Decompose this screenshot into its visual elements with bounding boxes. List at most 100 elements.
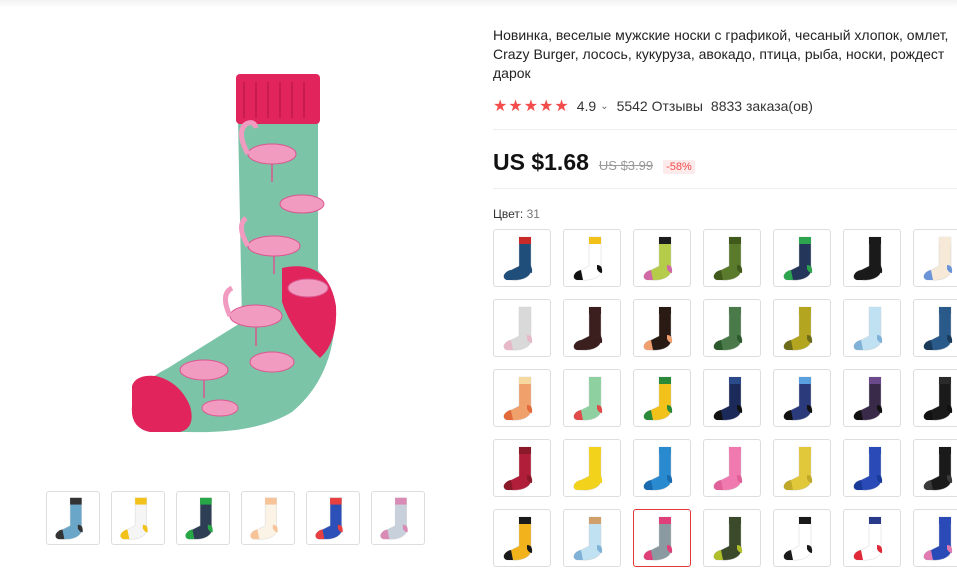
color-swatch[interactable] [563, 229, 621, 287]
gallery-thumbnail[interactable] [371, 491, 425, 545]
sock-icon [783, 376, 813, 421]
swatch-row [493, 299, 957, 357]
divider [493, 188, 957, 189]
sock-icon [713, 376, 743, 421]
sock-icon [853, 306, 883, 351]
color-swatch[interactable] [703, 509, 761, 567]
color-swatch[interactable] [913, 299, 957, 357]
color-swatch[interactable] [633, 369, 691, 427]
flamingo-sock-image [131, 74, 337, 433]
color-swatch[interactable] [493, 299, 551, 357]
color-swatch[interactable] [773, 369, 831, 427]
title-line-3: дарок [493, 65, 531, 81]
color-swatch[interactable] [843, 229, 901, 287]
chevron-down-icon[interactable]: ⌄ [600, 101, 608, 112]
title-line-2: Crazy Burger, лосось, кукуруза, авокадо,… [493, 46, 945, 62]
color-label: Цвет: 31 [493, 207, 540, 221]
divider [493, 129, 957, 130]
color-swatch[interactable] [703, 369, 761, 427]
star-rating: ★ ★ ★ ★ ★ [493, 96, 569, 116]
current-price: US $1.68 [493, 149, 589, 175]
color-swatch[interactable] [563, 439, 621, 497]
product-page: Новинка, веселые мужские носки с графико… [0, 0, 957, 575]
sock-icon [55, 497, 83, 540]
orders-count: 8833 заказа(ов) [710, 98, 813, 114]
color-swatch[interactable] [563, 509, 621, 567]
sock-icon [643, 516, 673, 561]
sock-icon [853, 446, 883, 491]
color-swatch[interactable] [913, 439, 957, 497]
rating-row: ★ ★ ★ ★ ★ 4.9 ⌄ 5542 Отзывы 8833 заказа(… [493, 96, 813, 116]
color-count: 31 [526, 207, 540, 221]
swatch-row [493, 369, 957, 427]
gallery-thumbnail[interactable] [46, 491, 100, 545]
sock-icon [783, 236, 813, 281]
sock-icon [783, 306, 813, 351]
color-swatch[interactable] [493, 229, 551, 287]
sock-icon [315, 497, 343, 540]
color-swatch[interactable] [913, 229, 957, 287]
star-icon: ★ [554, 98, 569, 115]
star-icon: ★ [493, 98, 508, 115]
product-title: Новинка, веселые мужские носки с графико… [493, 26, 957, 83]
sock-icon [573, 236, 603, 281]
color-swatch[interactable] [703, 229, 761, 287]
sock-icon [503, 236, 533, 281]
sock-icon [923, 516, 953, 561]
price-row: US $1.68 US $3.99 -58% [493, 149, 695, 176]
sock-icon [783, 516, 813, 561]
sock-icon [643, 446, 673, 491]
gallery-thumbnail[interactable] [111, 491, 165, 545]
color-swatch[interactable] [493, 439, 551, 497]
color-swatch[interactable] [703, 439, 761, 497]
gallery-thumbnail[interactable] [241, 491, 295, 545]
sock-icon [923, 376, 953, 421]
color-swatch[interactable] [773, 439, 831, 497]
sock-icon [923, 306, 953, 351]
reviews-count[interactable]: 5542 Отзывы [617, 98, 703, 114]
color-swatch[interactable] [843, 369, 901, 427]
color-swatch[interactable] [633, 509, 691, 567]
color-swatch[interactable] [773, 299, 831, 357]
top-edge [0, 0, 957, 8]
sock-icon [573, 516, 603, 561]
main-product-image[interactable] [96, 62, 386, 442]
color-swatch[interactable] [563, 369, 621, 427]
swatch-row [493, 439, 957, 497]
color-label-text: Цвет: [493, 207, 524, 221]
sock-icon [853, 516, 883, 561]
color-swatch[interactable] [913, 369, 957, 427]
rating-score[interactable]: 4.9 [577, 98, 596, 114]
sock-icon [380, 497, 408, 540]
color-swatch[interactable] [633, 439, 691, 497]
color-swatch[interactable] [633, 229, 691, 287]
color-swatch[interactable] [493, 369, 551, 427]
sock-icon [783, 446, 813, 491]
gallery-thumbnail[interactable] [176, 491, 230, 545]
discount-badge: -58% [663, 160, 695, 174]
star-icon: ★ [508, 98, 523, 115]
sock-icon [503, 376, 533, 421]
sock-icon [713, 446, 743, 491]
color-swatch[interactable] [703, 299, 761, 357]
color-swatch[interactable] [843, 509, 901, 567]
color-swatch[interactable] [773, 509, 831, 567]
color-swatch[interactable] [913, 509, 957, 567]
star-icon: ★ [523, 98, 539, 115]
old-price: US $3.99 [598, 158, 654, 173]
color-swatch[interactable] [563, 299, 621, 357]
sock-icon [573, 306, 603, 351]
gallery-thumbnail[interactable] [306, 491, 360, 545]
sock-icon [573, 446, 603, 491]
sock-icon [713, 306, 743, 351]
color-swatch[interactable] [843, 439, 901, 497]
sock-icon [643, 306, 673, 351]
sock-icon [923, 446, 953, 491]
sock-icon [185, 497, 213, 540]
title-line-1: Новинка, веселые мужские носки с графико… [493, 27, 949, 43]
color-swatch[interactable] [633, 299, 691, 357]
color-swatch[interactable] [493, 509, 551, 567]
color-swatch[interactable] [843, 299, 901, 357]
sock-icon [713, 236, 743, 281]
color-swatch[interactable] [773, 229, 831, 287]
